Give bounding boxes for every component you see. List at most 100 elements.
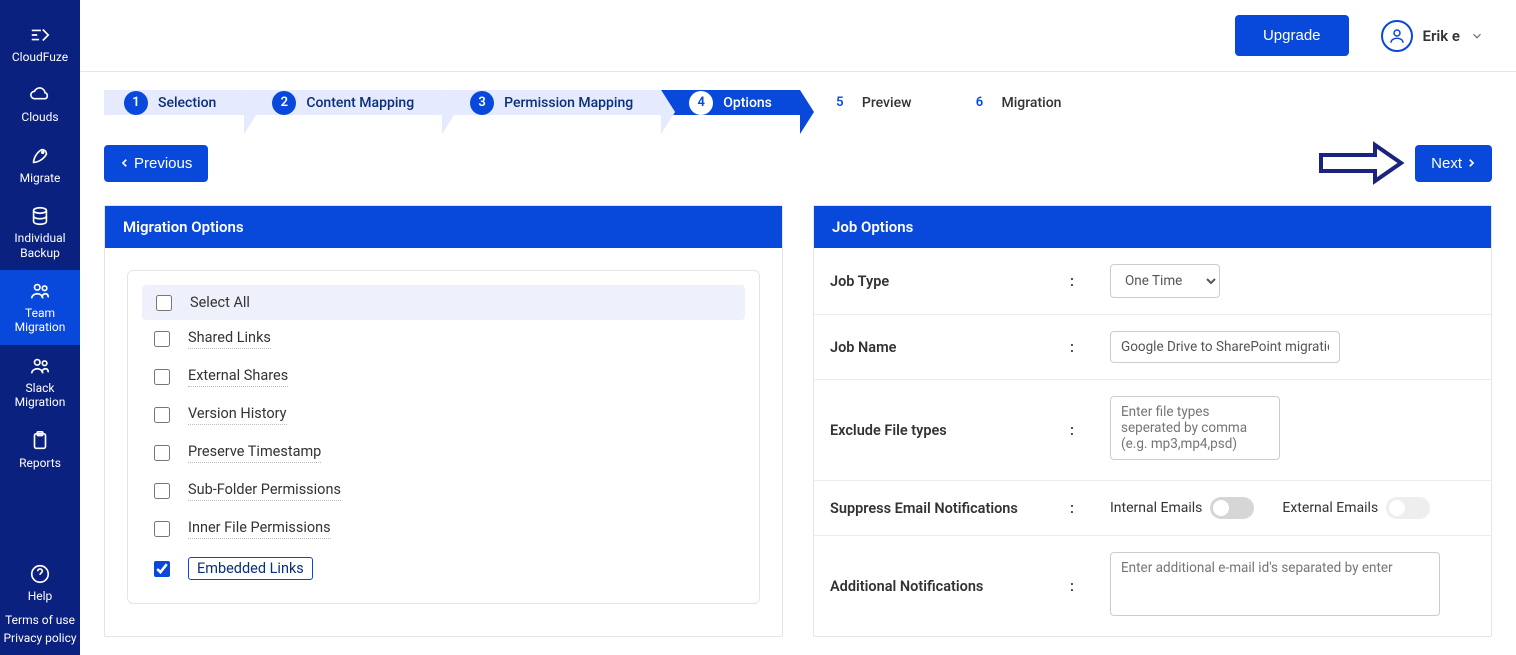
suppress-notifications-label: Suppress Email Notifications <box>830 500 1070 517</box>
select-all-label: Select All <box>190 294 250 311</box>
sidebar-item-clouds[interactable]: Clouds <box>0 74 80 134</box>
sidebar-item-logo[interactable]: CloudFuze <box>0 14 80 74</box>
job-name-label: Job Name <box>830 339 1070 356</box>
job-type-label: Job Type <box>830 273 1070 290</box>
internal-emails-toggle[interactable] <box>1210 497 1254 519</box>
sidebar-item-label: CloudFuze <box>12 50 68 64</box>
exclude-file-types-input[interactable] <box>1110 396 1280 460</box>
job-type-row: Job Type : One Time <box>814 248 1491 315</box>
exclude-file-types-row: Exclude File types : <box>814 380 1491 481</box>
wizard-step-migration[interactable]: 6 Migration <box>939 90 1089 115</box>
option-label: Preserve Timestamp <box>188 443 321 463</box>
help-icon <box>29 563 51 585</box>
step-number: 4 <box>689 91 713 115</box>
option-checkbox[interactable] <box>154 445 170 461</box>
previous-button[interactable]: Previous <box>104 145 208 182</box>
step-number: 2 <box>272 91 296 115</box>
option-checkbox[interactable] <box>154 561 170 577</box>
step-label: Permission Mapping <box>504 95 633 111</box>
user-name: Erik e <box>1423 27 1460 45</box>
option-checkbox[interactable] <box>154 407 170 423</box>
option-label: External Shares <box>188 367 288 387</box>
terms-link[interactable]: Terms of use <box>5 613 75 627</box>
migration-options-panel: Migration Options Select All Shared Link… <box>104 205 783 637</box>
option-label: Version History <box>188 405 287 425</box>
external-emails-label: External Emails <box>1282 500 1378 516</box>
additional-notifications-row: Additional Notifications : <box>814 536 1491 636</box>
job-type-select[interactable]: One Time <box>1110 264 1220 298</box>
additional-notifications-label: Additional Notifications <box>830 578 1070 595</box>
select-all-row: Select All <box>142 285 745 320</box>
option-label: Embedded Links <box>188 557 313 580</box>
job-options-panel: Job Options Job Type : One Time Job Name <box>813 205 1492 637</box>
sidebar-item-label: Slack Migration <box>0 381 80 410</box>
job-options-title: Job Options <box>814 206 1491 248</box>
option-checkbox[interactable] <box>154 331 170 347</box>
option-label: Sub-Folder Permissions <box>188 481 341 501</box>
options-list: Select All Shared Links External Shares <box>127 270 760 604</box>
arrow-annotation-icon <box>1317 139 1405 187</box>
chevron-right-icon <box>1466 156 1476 170</box>
step-number: 6 <box>967 91 991 115</box>
sidebar-item-label: Team Migration <box>0 306 80 335</box>
option-checkbox[interactable] <box>154 483 170 499</box>
external-emails-toggle[interactable] <box>1386 497 1430 519</box>
sidebar: CloudFuze Clouds Migrate Individual Back… <box>0 0 80 655</box>
backup-icon <box>29 205 51 227</box>
step-number: 3 <box>470 91 494 115</box>
chevron-down-icon <box>1470 29 1484 43</box>
avatar <box>1381 20 1413 52</box>
wizard-step-options[interactable]: 4 Options <box>661 90 800 115</box>
wizard-steps: 1 Selection 2 Content Mapping 3 Permissi… <box>104 90 1492 115</box>
cloud-icon <box>29 84 51 106</box>
upgrade-button[interactable]: Upgrade <box>1235 15 1349 56</box>
user-menu[interactable]: Erik e <box>1381 20 1484 52</box>
sidebar-item-help[interactable]: Help <box>0 553 80 613</box>
wizard-step-permission-mapping[interactable]: 3 Permission Mapping <box>442 90 661 115</box>
step-number: 5 <box>828 91 852 115</box>
wizard-step-content-mapping[interactable]: 2 Content Mapping <box>244 90 442 115</box>
exclude-file-types-label: Exclude File types <box>830 422 1070 439</box>
sidebar-item-slack-migration[interactable]: Slack Migration <box>0 345 80 420</box>
team-icon <box>29 355 51 377</box>
step-label: Content Mapping <box>306 95 414 111</box>
rocket-icon <box>29 145 51 167</box>
option-row-external-shares: External Shares <box>128 358 759 396</box>
option-checkbox[interactable] <box>154 369 170 385</box>
previous-label: Previous <box>134 155 192 172</box>
option-label: Shared Links <box>188 329 271 349</box>
job-name-row: Job Name : <box>814 315 1491 380</box>
additional-notifications-input[interactable] <box>1110 552 1440 616</box>
step-label: Migration <box>1001 95 1061 111</box>
wizard-step-preview[interactable]: 5 Preview <box>800 90 940 115</box>
team-icon <box>29 280 51 302</box>
next-label: Next <box>1431 155 1462 172</box>
option-row-inner-file-permissions: Inner File Permissions <box>128 510 759 548</box>
chevron-left-icon <box>120 156 130 170</box>
step-number: 1 <box>124 91 148 115</box>
sidebar-item-label: Migrate <box>20 171 61 185</box>
option-checkbox[interactable] <box>154 521 170 537</box>
user-icon <box>1388 27 1406 45</box>
clipboard-icon <box>29 430 51 452</box>
wizard-step-selection[interactable]: 1 Selection <box>104 90 244 115</box>
select-all-checkbox[interactable] <box>156 295 172 311</box>
option-row-preserve-timestamp: Preserve Timestamp <box>128 434 759 472</box>
internal-emails-label: Internal Emails <box>1110 500 1202 516</box>
sidebar-item-migrate[interactable]: Migrate <box>0 135 80 195</box>
next-button[interactable]: Next <box>1415 145 1492 182</box>
sidebar-item-team-migration[interactable]: Team Migration <box>0 270 80 345</box>
sidebar-item-individual-backup[interactable]: Individual Backup <box>0 195 80 270</box>
sidebar-item-reports[interactable]: Reports <box>0 420 80 480</box>
sidebar-footer-links: Terms of use Privacy policy <box>3 613 76 655</box>
suppress-notifications-row: Suppress Email Notifications : Internal … <box>814 481 1491 536</box>
privacy-link[interactable]: Privacy policy <box>3 631 76 645</box>
option-row-shared-links: Shared Links <box>128 320 759 358</box>
sidebar-item-label: Reports <box>19 456 61 470</box>
sidebar-item-label: Clouds <box>21 110 58 124</box>
step-label: Preview <box>862 95 912 111</box>
logo-icon <box>29 24 51 46</box>
step-label: Selection <box>158 95 216 111</box>
sidebar-item-label: Individual Backup <box>0 231 80 260</box>
job-name-input[interactable] <box>1110 331 1340 363</box>
